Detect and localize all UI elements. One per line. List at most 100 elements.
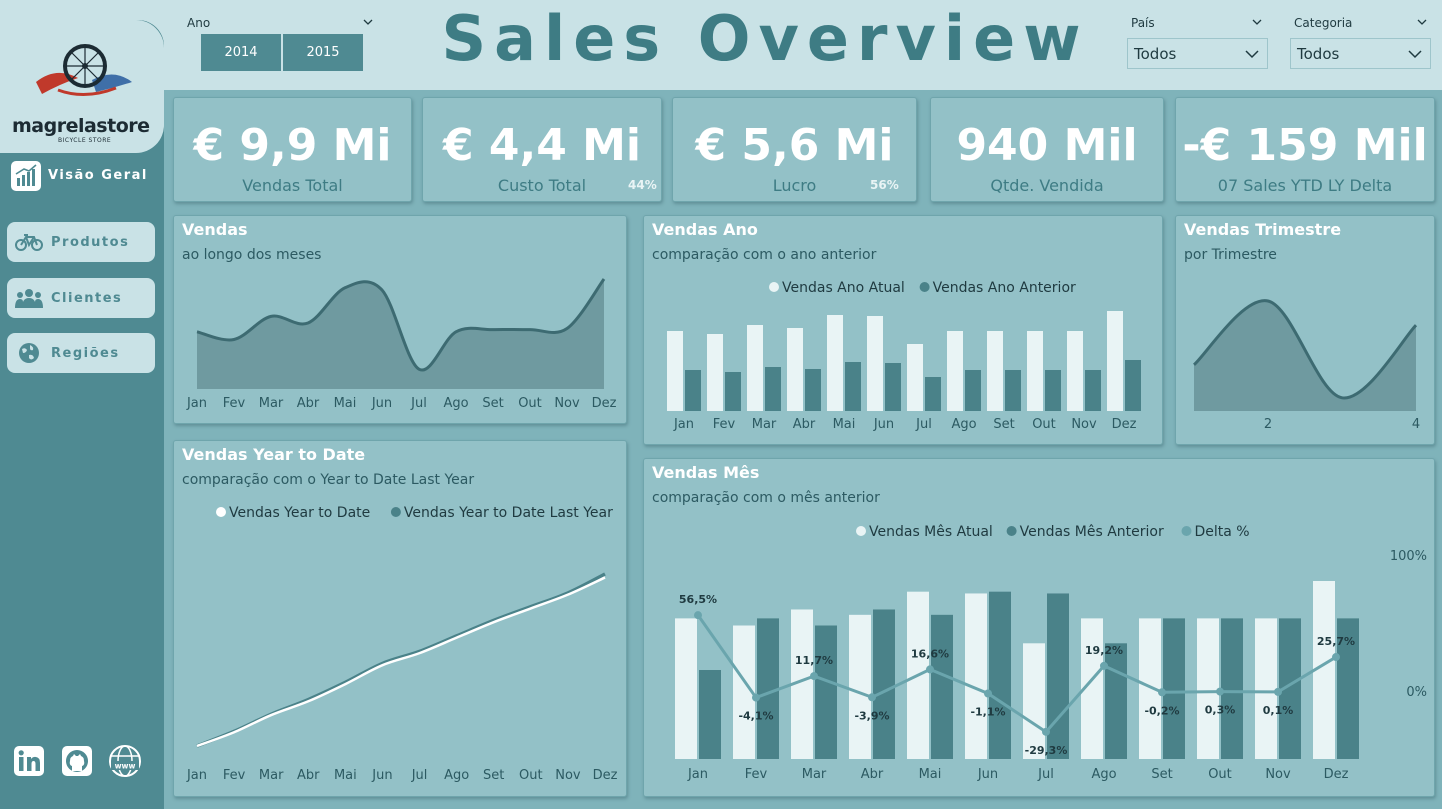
github-icon[interactable] [60, 744, 94, 778]
x-tick-label: Nov [1071, 417, 1097, 432]
bar-ano-atual [1107, 311, 1123, 411]
bar-ano-atual [827, 315, 843, 411]
area-fill [1194, 300, 1416, 411]
x-tick-label: Dez [592, 396, 617, 411]
bar-ano-anterior [845, 362, 861, 411]
legend-label: Vendas Year to Date [229, 505, 370, 521]
x-tick-label: Jun [371, 396, 392, 411]
country-slicer-label: País [1131, 16, 1155, 30]
x-tick-label: Set [993, 417, 1014, 432]
bar-mes-anterior [1105, 643, 1127, 759]
kpi-label: Custo Total [497, 176, 587, 195]
y2-tick-label: 0% [1406, 685, 1427, 700]
bar-mes-atual [675, 618, 697, 759]
bar-ano-atual [867, 316, 883, 411]
bar-ano-atual [907, 344, 923, 411]
kpi-value: -€ 159 Mil [1182, 120, 1428, 171]
vendas-area-chart: Jan Fev Mar Abr Mai Jun Jul Ago Set Out Nov Dez [186, 278, 617, 411]
bar-mes-atual [849, 614, 871, 759]
legend-label: Vendas Ano Atual [782, 280, 905, 296]
page-title: Sales Overview [441, 2, 1089, 75]
nav-item-visao-geral[interactable]: Visão Geral [8, 157, 158, 197]
x-tick-label: Abr [297, 768, 320, 783]
nav-item-produtos[interactable]: Produtos [7, 222, 155, 262]
kpi-value: € 4,4 Mi [442, 120, 642, 171]
x-tick-label: Fev [223, 768, 246, 783]
bar-mes-atual [965, 593, 987, 759]
bar-ano-atual [667, 331, 683, 411]
x-tick-label: Fev [713, 417, 736, 432]
x-tick-label: Mar [259, 768, 284, 783]
nav-item-clientes[interactable]: Clientes [7, 278, 155, 318]
vendas-trimestre-area-chart: 24 [1192, 299, 1420, 432]
users-icon [15, 286, 43, 310]
nav-label-visao-geral: Visão Geral [48, 168, 148, 183]
chart-icon [11, 161, 41, 191]
bar-ano-anterior [885, 363, 901, 411]
x-tick-label: Nov [1265, 767, 1291, 782]
country-dropdown-value: Todos [1134, 44, 1177, 63]
legend-marker [856, 526, 866, 536]
kpi-card-sales-ytd-delta: -€ 159 Mil 07 Sales YTD LY Delta [1175, 97, 1435, 202]
delta-point [1042, 727, 1050, 736]
nav-item-regioes[interactable]: Regiões [7, 333, 155, 373]
bar-mes-atual [1197, 618, 1219, 759]
x-tick-label: Abr [793, 417, 816, 432]
delta-data-label: 56,5% [679, 593, 717, 606]
chevron-down-icon[interactable] [1252, 17, 1262, 27]
delta-point [1274, 687, 1282, 696]
year-button-2014[interactable]: 2014 [201, 34, 281, 71]
x-tick-label: Ago [444, 768, 469, 783]
x-tick-label: Mai [833, 417, 856, 432]
kpi-value: € 5,6 Mi [695, 120, 894, 171]
vendas-ytd-line-chart: Vendas Year to Date Vendas Year to Date L… [186, 505, 618, 783]
bar-ano-atual [987, 331, 1003, 411]
delta-data-label: 0,1% [1263, 704, 1294, 717]
delta-data-label: -3,9% [854, 709, 889, 722]
delta-point [810, 672, 818, 681]
chevron-down-icon[interactable] [363, 17, 373, 27]
bar-mes-anterior [989, 591, 1011, 759]
legend-label: Vendas Mês Atual [869, 524, 993, 540]
x-tick-label: Set [483, 768, 504, 783]
bar-ano-anterior [1005, 370, 1021, 411]
x-tick-label: Jan [673, 417, 694, 432]
nav-label-produtos: Produtos [51, 234, 130, 250]
www-globe-icon[interactable]: www [108, 744, 142, 778]
x-tick-label: Mai [334, 768, 357, 783]
country-dropdown[interactable]: Todos [1127, 38, 1268, 69]
bar-ano-anterior [1085, 370, 1101, 411]
linkedin-icon[interactable] [12, 744, 46, 778]
bar-ano-anterior [1045, 370, 1061, 411]
x-tick-label: Fev [223, 396, 246, 411]
legend-marker [1006, 526, 1017, 536]
x-tick-label: Abr [861, 767, 884, 782]
year-button-2015[interactable]: 2015 [283, 34, 363, 71]
x-tick-label: Out [519, 768, 543, 783]
delta-point [984, 689, 992, 698]
category-dropdown[interactable]: Todos [1290, 38, 1431, 69]
chart-card-vendas-ano: Vendas Ano comparação com o ano anterior… [643, 215, 1163, 445]
delta-data-label: 19,2% [1085, 644, 1123, 657]
x-tick-label: Out [1208, 767, 1232, 782]
chevron-down-icon[interactable] [1417, 17, 1427, 27]
x-tick-label: Jun [873, 417, 894, 432]
bar-ano-atual [787, 328, 803, 411]
bar-ano-anterior [1125, 360, 1141, 411]
nav-label-regioes: Regiões [51, 345, 120, 361]
bar-ano-anterior [925, 377, 941, 411]
delta-data-label: -29,3% [1025, 744, 1068, 757]
bar-mes-anterior [1221, 618, 1243, 759]
bar-ano-anterior [725, 372, 741, 411]
x-tick-label: 4 [1412, 417, 1420, 432]
x-tick-label: Dez [593, 768, 618, 783]
x-tick-label: Out [518, 396, 542, 411]
delta-data-label: -1,1% [970, 705, 1005, 718]
x-tick-label: Jan [186, 768, 207, 783]
x-tick-label: Out [1032, 417, 1056, 432]
delta-data-label: 25,7% [1317, 635, 1355, 648]
kpi-card-custo-total: € 4,4 Mi Custo Total 44% [422, 97, 662, 202]
x-tick-label: Jul [411, 768, 428, 783]
legend-marker [1181, 526, 1192, 536]
x-tick-label: 2 [1264, 417, 1272, 432]
